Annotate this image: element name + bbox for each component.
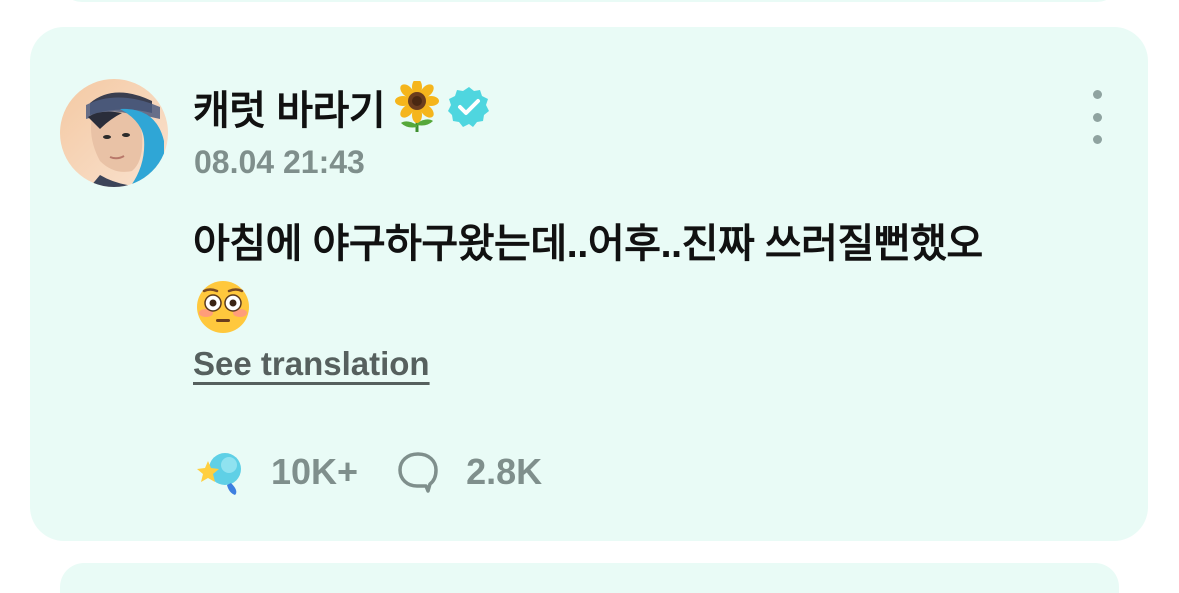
sunflower-emoji bbox=[393, 81, 441, 133]
avatar[interactable] bbox=[60, 79, 168, 187]
see-translation-link[interactable]: See translation bbox=[193, 345, 430, 383]
flushed-face-emoji bbox=[195, 279, 251, 340]
post-text: 아침에 야구하구왔는데..어후..진짜 쓰러질뻔했오 bbox=[193, 222, 983, 266]
more-vertical-icon[interactable] bbox=[1082, 90, 1112, 144]
verified-badge-icon bbox=[447, 85, 491, 129]
author-name[interactable]: 캐럿 바라기 bbox=[193, 78, 386, 136]
more-dot bbox=[1092, 90, 1102, 99]
post-timestamp: 08.04 21:43 bbox=[194, 144, 365, 180]
like-star-icon[interactable] bbox=[195, 447, 245, 497]
like-count: 10K+ bbox=[271, 451, 359, 492]
author-row: 캐럿 바라기 bbox=[193, 80, 491, 134]
more-dot bbox=[1092, 112, 1102, 122]
post-stats: 10K+ 2.8K bbox=[195, 444, 542, 500]
comment-icon[interactable] bbox=[396, 450, 440, 494]
more-dot bbox=[1092, 135, 1102, 144]
previous-post-card bbox=[60, 0, 1119, 2]
comment-count: 2.8K bbox=[466, 451, 543, 492]
